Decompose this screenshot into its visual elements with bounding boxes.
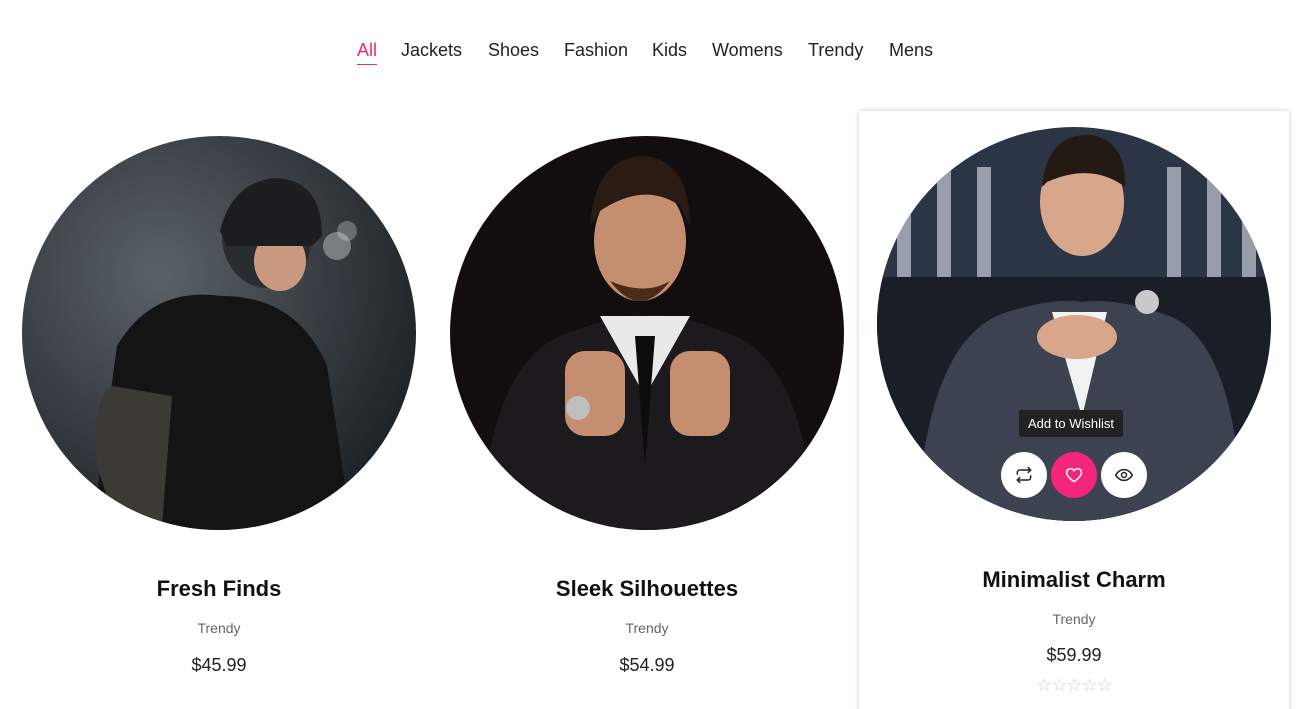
tab-all[interactable]: All bbox=[357, 40, 378, 65]
product-category: Trendy bbox=[1052, 611, 1096, 627]
product-card[interactable]: Add to Wishlist Minimalist Charm Trendy … bbox=[859, 111, 1289, 709]
product-image[interactable] bbox=[450, 136, 844, 530]
star-rating: ☆☆☆☆☆ bbox=[859, 675, 1289, 696]
tab-mens[interactable]: Mens bbox=[889, 40, 933, 61]
product-price: $45.99 bbox=[191, 655, 247, 675]
product-price: $59.99 bbox=[1046, 645, 1102, 665]
product-category: Trendy bbox=[625, 620, 669, 636]
star-icon: ☆ bbox=[1066, 675, 1082, 695]
product-card[interactable]: Fresh Finds Trendy $45.99 bbox=[4, 110, 434, 709]
star-icon: ☆ bbox=[1081, 675, 1098, 695]
product-card[interactable]: Sleek Silhouettes Trendy $54.99 bbox=[432, 110, 862, 709]
compare-button[interactable] bbox=[1001, 452, 1047, 498]
tab-jackets[interactable]: Jackets bbox=[401, 40, 462, 61]
tab-shoes[interactable]: Shoes bbox=[488, 40, 539, 61]
product-title[interactable]: Minimalist Charm bbox=[859, 567, 1289, 593]
star-icon: ☆ bbox=[1096, 675, 1113, 695]
category-filter-tabs: All Jackets Shoes Fashion Kids Womens Tr… bbox=[0, 40, 1312, 70]
product-image[interactable] bbox=[22, 136, 416, 530]
quick-view-button[interactable] bbox=[1101, 452, 1147, 498]
star-icon: ☆ bbox=[1051, 675, 1067, 695]
tab-trendy[interactable]: Trendy bbox=[808, 40, 863, 61]
product-price: $54.99 bbox=[619, 655, 675, 675]
heart-icon bbox=[1065, 467, 1083, 483]
tab-kids[interactable]: Kids bbox=[652, 40, 687, 61]
wishlist-tooltip: Add to Wishlist bbox=[1019, 410, 1123, 437]
star-icon: ☆ bbox=[1036, 675, 1052, 695]
compare-arrows-icon bbox=[1016, 466, 1032, 484]
product-title[interactable]: Sleek Silhouettes bbox=[432, 576, 862, 602]
tab-fashion[interactable]: Fashion bbox=[564, 40, 628, 61]
eye-icon bbox=[1114, 468, 1134, 482]
product-title[interactable]: Fresh Finds bbox=[4, 576, 434, 602]
tab-womens[interactable]: Womens bbox=[712, 40, 783, 61]
product-category: Trendy bbox=[197, 620, 241, 636]
add-to-wishlist-button[interactable] bbox=[1051, 452, 1097, 498]
